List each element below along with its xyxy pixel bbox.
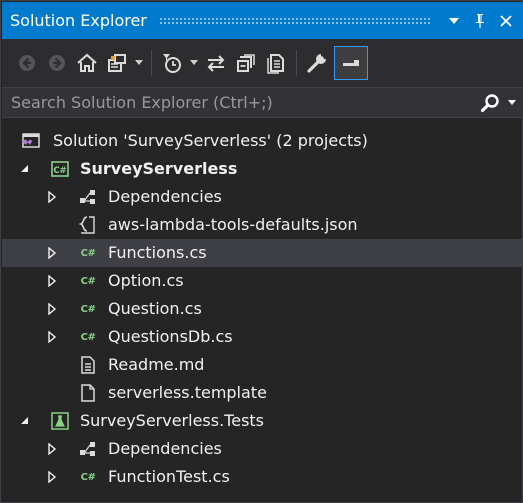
properties-icon[interactable] [302, 46, 332, 80]
tree-item-label: serverless.template [108, 383, 267, 402]
tree-item-project[interactable]: C# SurveyServerless [2, 155, 523, 183]
generic-file-icon [78, 383, 98, 403]
toolbar-separator [151, 50, 152, 76]
window-title: Solution Explorer [10, 11, 147, 30]
tree-item-file[interactable]: aws-lambda-tools-defaults.json [2, 211, 523, 239]
pending-changes-dropdown-icon[interactable] [187, 46, 201, 80]
search-input[interactable] [2, 88, 475, 117]
tree-item-label: Functions.cs [108, 243, 207, 262]
dependencies-icon [78, 439, 98, 459]
search-box [2, 87, 523, 118]
show-all-files-icon[interactable] [261, 46, 291, 80]
tree-item-file[interactable]: C# Option.cs [2, 267, 523, 295]
search-icon[interactable] [475, 88, 505, 117]
tree-item-solution[interactable]: Solution 'SurveyServerless' (2 projects) [2, 127, 523, 155]
tree-item-dependencies[interactable]: Dependencies [2, 435, 523, 463]
search-options-dropdown-icon[interactable] [505, 88, 519, 117]
expanded-arrow-icon[interactable] [17, 407, 33, 435]
switch-views-dropdown-icon[interactable] [132, 46, 146, 80]
pin-icon[interactable] [467, 8, 493, 34]
tree-item-file-selected[interactable]: C# Functions.cs [2, 239, 523, 267]
expanded-arrow-icon[interactable] [17, 155, 33, 183]
collapsed-arrow-icon[interactable] [44, 463, 60, 491]
tree-item-file[interactable]: C# FunctionTest.cs [2, 463, 523, 491]
collapsed-arrow-icon[interactable] [44, 183, 60, 211]
csharp-file-icon: C# [80, 275, 96, 287]
forward-icon[interactable] [42, 46, 72, 80]
pending-changes-filter-icon[interactable] [157, 46, 187, 80]
tree-item-label: Question.cs [108, 299, 202, 318]
title-bar: Solution Explorer [2, 2, 523, 39]
csharp-project-icon: C# [50, 159, 70, 179]
toolbar-separator [296, 50, 297, 76]
preview-selected-items-icon[interactable] [334, 46, 368, 80]
csharp-file-icon: C# [80, 471, 96, 483]
collapsed-arrow-icon[interactable] [44, 323, 60, 351]
solution-tree: Solution 'SurveyServerless' (2 projects)… [2, 127, 523, 491]
tree-item-label: Option.cs [108, 271, 184, 290]
sync-with-active-document-icon[interactable] [201, 46, 231, 80]
dependencies-icon [78, 187, 98, 207]
tree-item-file[interactable]: C# Question.cs [2, 295, 523, 323]
tree-item-project[interactable]: SurveyServerless.Tests [2, 407, 523, 435]
collapsed-arrow-icon[interactable] [44, 267, 60, 295]
json-file-icon [78, 215, 98, 235]
home-icon[interactable] [72, 46, 102, 80]
tree-item-label: Dependencies [108, 187, 222, 206]
svg-text:C#: C# [53, 166, 66, 176]
window-menu-dropdown-icon[interactable] [441, 8, 467, 34]
collapsed-arrow-icon[interactable] [44, 239, 60, 267]
collapsed-arrow-icon[interactable] [44, 295, 60, 323]
tree-item-label: SurveyServerless [80, 159, 238, 178]
tree-item-label: SurveyServerless.Tests [80, 411, 265, 430]
back-icon[interactable] [12, 46, 42, 80]
tree-item-file[interactable]: serverless.template [2, 379, 523, 407]
switch-views-icon[interactable] [102, 46, 132, 80]
collapsed-arrow-icon[interactable] [44, 435, 60, 463]
close-icon[interactable] [493, 8, 519, 34]
tree-item-label: Dependencies [108, 439, 222, 458]
title-drag-grip[interactable] [158, 17, 431, 24]
tree-item-label: Readme.md [108, 355, 205, 374]
solution-icon [21, 131, 41, 151]
solution-explorer-window: Solution Explorer Search Solution Explor… [0, 0, 523, 503]
tree-item-file[interactable]: C# QuestionsDb.cs [2, 323, 523, 351]
tree-item-label: Solution 'SurveyServerless' (2 projects) [53, 131, 368, 150]
tree-item-label: FunctionTest.cs [108, 467, 230, 486]
csharp-file-icon: C# [80, 331, 96, 343]
tree-item-label: QuestionsDb.cs [108, 327, 233, 346]
csharp-file-icon: C# [80, 303, 96, 315]
markdown-file-icon [78, 355, 98, 375]
tree-item-label: aws-lambda-tools-defaults.json [108, 215, 358, 234]
tree-item-file[interactable]: Readme.md [2, 351, 523, 379]
csharp-file-icon: C# [80, 247, 96, 259]
tree-item-dependencies[interactable]: Dependencies [2, 183, 523, 211]
test-project-icon [50, 411, 70, 431]
collapse-all-icon[interactable] [231, 46, 261, 80]
toolbar [2, 39, 523, 87]
